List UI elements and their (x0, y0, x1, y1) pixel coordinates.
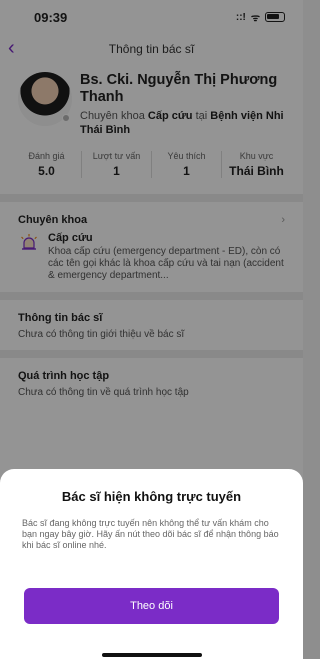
home-indicator (102, 653, 202, 657)
sheet-title: Bác sĩ hiện không trực tuyến (61, 489, 242, 504)
offline-bottom-sheet: Bác sĩ hiện không trực tuyến Bác sĩ đang… (0, 469, 303, 659)
sheet-message: Bác sĩ đang không trực tuyến nên không t… (22, 518, 279, 550)
follow-button[interactable]: Theo dõi (24, 588, 279, 624)
